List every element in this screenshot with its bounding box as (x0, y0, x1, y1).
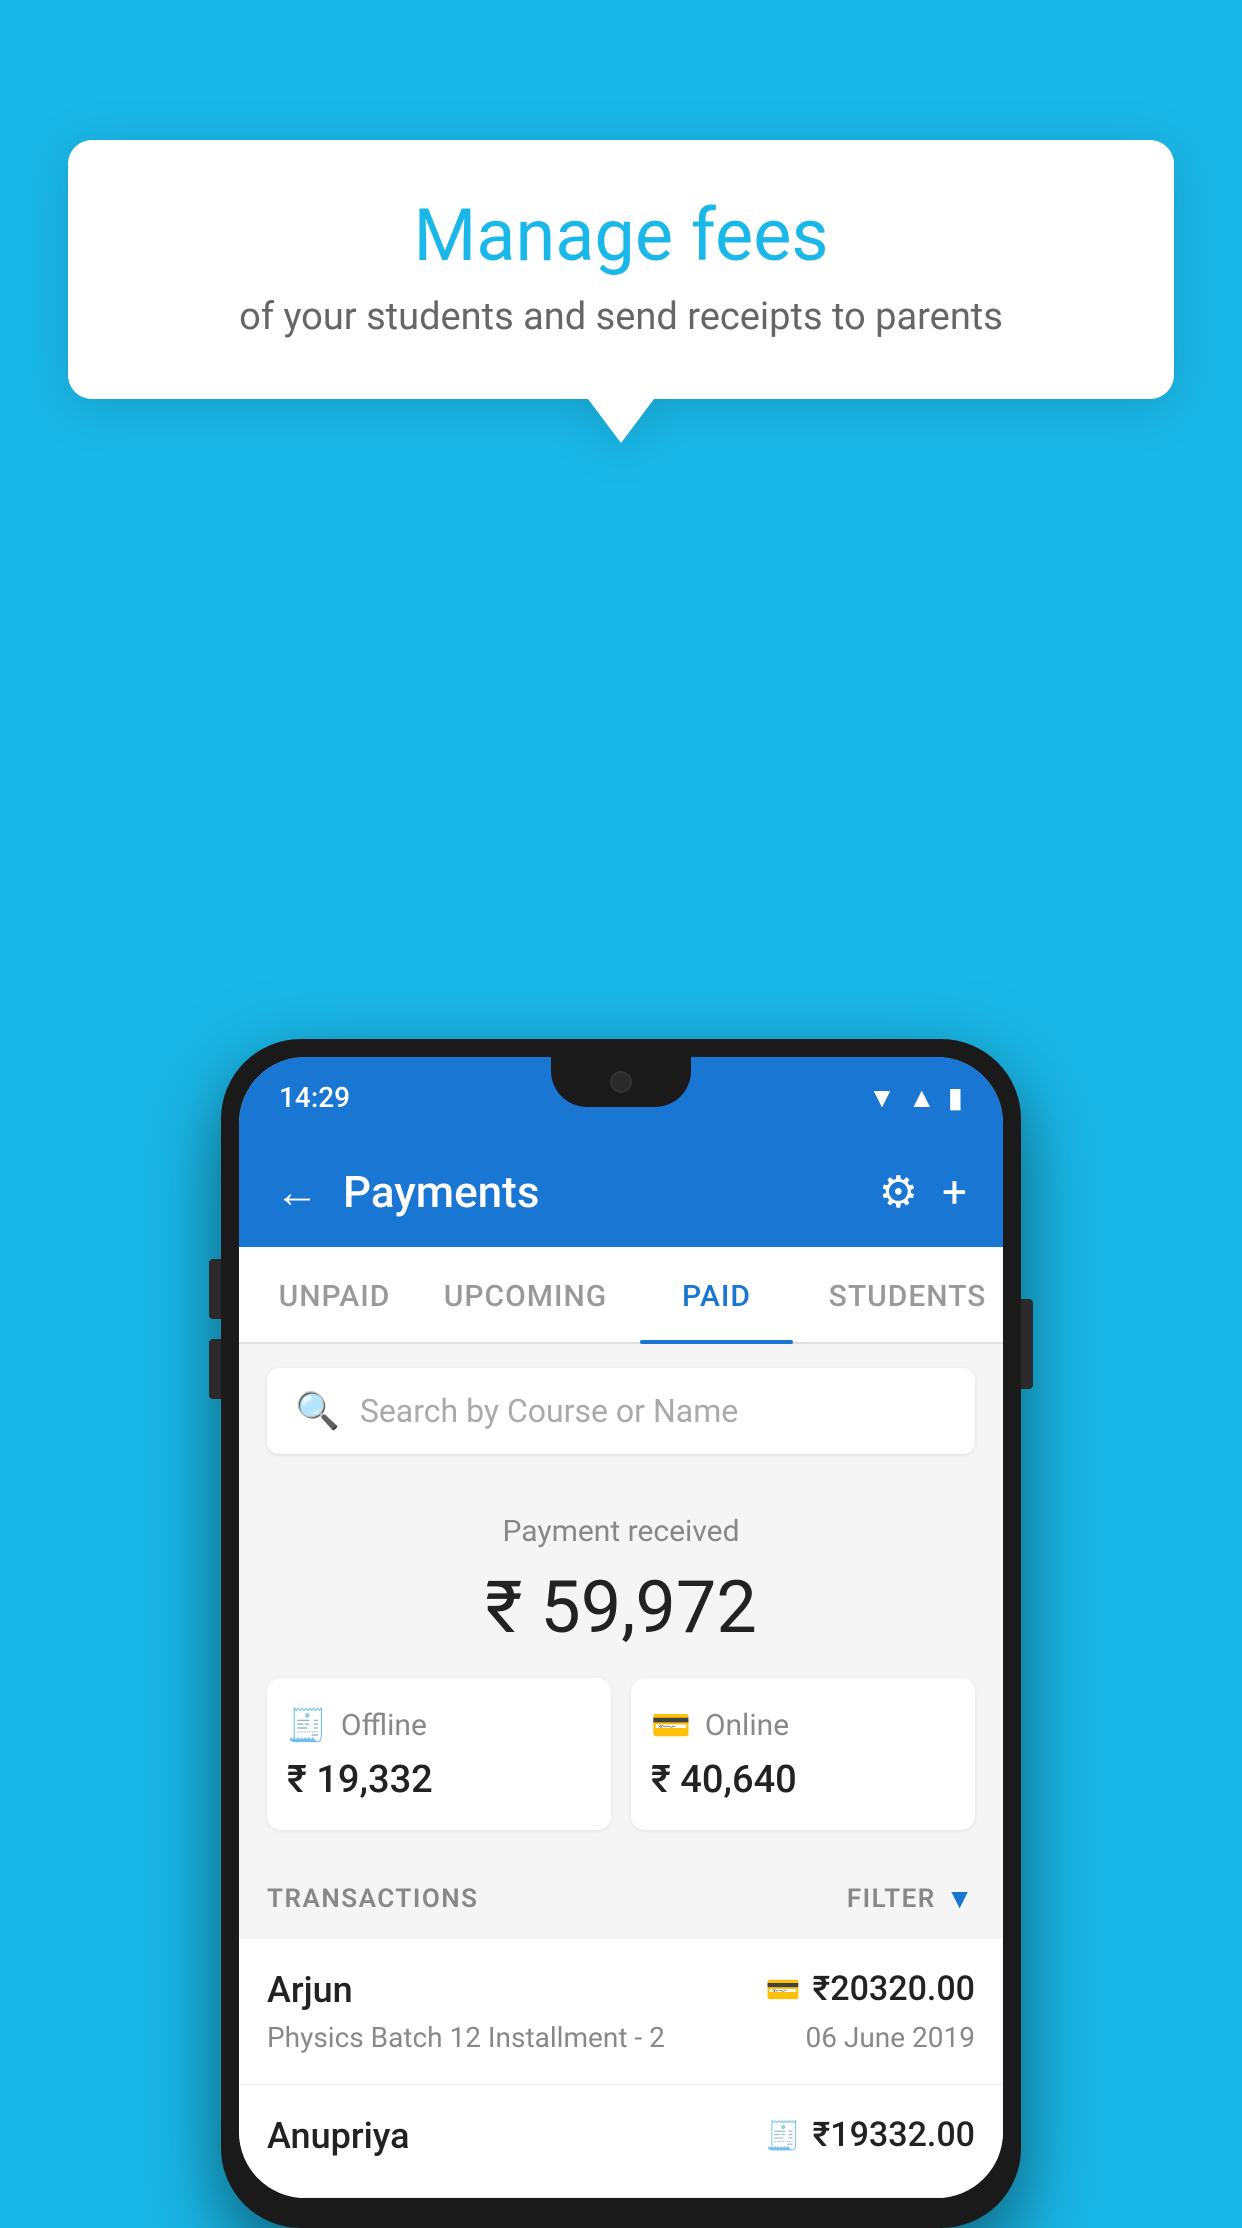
transaction-name: Anupriya (267, 2115, 410, 2157)
camera-notch (551, 1057, 691, 1107)
transaction-name: Arjun (267, 1969, 353, 2011)
offline-label: Offline (341, 1708, 427, 1743)
status-time: 14:29 (279, 1081, 350, 1114)
camera-dot (610, 1071, 632, 1093)
battery-icon: ▮ (948, 1081, 963, 1114)
online-amount: ₹ 40,640 (651, 1758, 955, 1802)
online-payment-card: 💳 Online ₹ 40,640 (631, 1678, 975, 1830)
payment-total-amount: ₹ 59,972 (267, 1565, 975, 1650)
status-bar: 14:29 ▼ ▲ ▮ (239, 1057, 1003, 1137)
transactions-label: TRANSACTIONS (267, 1884, 479, 1914)
payment-received-section: Payment received ₹ 59,972 🧾 Offline ₹ 19… (239, 1478, 1003, 1858)
transaction-amount-wrap: 🧾 ₹19332.00 (766, 2115, 975, 2155)
add-icon[interactable]: + (942, 1166, 967, 1218)
tab-paid[interactable]: PAID (621, 1247, 812, 1342)
tab-unpaid[interactable]: UNPAID (239, 1247, 430, 1342)
settings-icon[interactable]: ⚙ (879, 1166, 918, 1218)
transactions-header: TRANSACTIONS FILTER ▼ (239, 1858, 1003, 1939)
tooltip-title: Manage fees (128, 196, 1114, 275)
app-header: ← Payments ⚙ + (239, 1137, 1003, 1247)
signal-icon: ▲ (908, 1081, 936, 1114)
tab-upcoming[interactable]: UPCOMING (430, 1247, 621, 1342)
back-button[interactable]: ← (275, 1166, 319, 1218)
transaction-row[interactable]: Arjun 💳 ₹20320.00 Physics Batch 12 Insta… (239, 1939, 1003, 2085)
cash-payment-icon: 🧾 (766, 2119, 801, 2152)
transaction-top: Anupriya 🧾 ₹19332.00 (267, 2115, 975, 2157)
wifi-icon: ▼ (868, 1081, 896, 1114)
volume-down-button (209, 1339, 221, 1399)
online-card-header: 💳 Online (651, 1706, 955, 1744)
offline-amount: ₹ 19,332 (287, 1758, 591, 1802)
search-icon: 🔍 (295, 1390, 340, 1432)
search-bar[interactable]: 🔍 Search by Course or Name (267, 1368, 975, 1454)
card-payment-icon: 💳 (766, 1973, 801, 2006)
power-button (1021, 1299, 1033, 1389)
payment-cards: 🧾 Offline ₹ 19,332 💳 Online ₹ 40,640 (267, 1678, 975, 1830)
transaction-amount-wrap: 💳 ₹20320.00 (766, 1969, 975, 2009)
online-icon: 💳 (651, 1706, 691, 1744)
tooltip-subtitle: of your students and send receipts to pa… (128, 295, 1114, 339)
offline-payment-card: 🧾 Offline ₹ 19,332 (267, 1678, 611, 1830)
transaction-amount: ₹20320.00 (813, 1969, 975, 2009)
transaction-date: 06 June 2019 (805, 2021, 975, 2054)
online-label: Online (705, 1708, 789, 1743)
header-actions: ⚙ + (879, 1166, 967, 1218)
tab-students[interactable]: STUDENTS (812, 1247, 1003, 1342)
filter-label: FILTER (847, 1884, 936, 1914)
tooltip-bubble: Manage fees of your students and send re… (68, 140, 1174, 399)
filter-icon: ▼ (946, 1882, 975, 1915)
filter-button[interactable]: FILTER ▼ (847, 1882, 975, 1915)
phone-screen: 14:29 ▼ ▲ ▮ ← Payments ⚙ + UNPAID (239, 1057, 1003, 2198)
search-input[interactable]: Search by Course or Name (360, 1392, 738, 1430)
offline-card-header: 🧾 Offline (287, 1706, 591, 1744)
transaction-course: Physics Batch 12 Installment - 2 (267, 2021, 665, 2054)
transaction-top: Arjun 💳 ₹20320.00 (267, 1969, 975, 2011)
phone-frame: 14:29 ▼ ▲ ▮ ← Payments ⚙ + UNPAID (221, 1039, 1021, 2228)
status-icons: ▼ ▲ ▮ (868, 1081, 963, 1114)
transaction-amount: ₹19332.00 (813, 2115, 975, 2155)
payment-received-label: Payment received (267, 1514, 975, 1549)
tab-bar: UNPAID UPCOMING PAID STUDENTS (239, 1247, 1003, 1344)
header-title: Payments (343, 1166, 855, 1218)
volume-up-button (209, 1259, 221, 1319)
transaction-row[interactable]: Anupriya 🧾 ₹19332.00 (239, 2085, 1003, 2198)
search-container: 🔍 Search by Course or Name (239, 1344, 1003, 1478)
offline-icon: 🧾 (287, 1706, 327, 1744)
transaction-bottom: Physics Batch 12 Installment - 2 06 June… (267, 2021, 975, 2054)
